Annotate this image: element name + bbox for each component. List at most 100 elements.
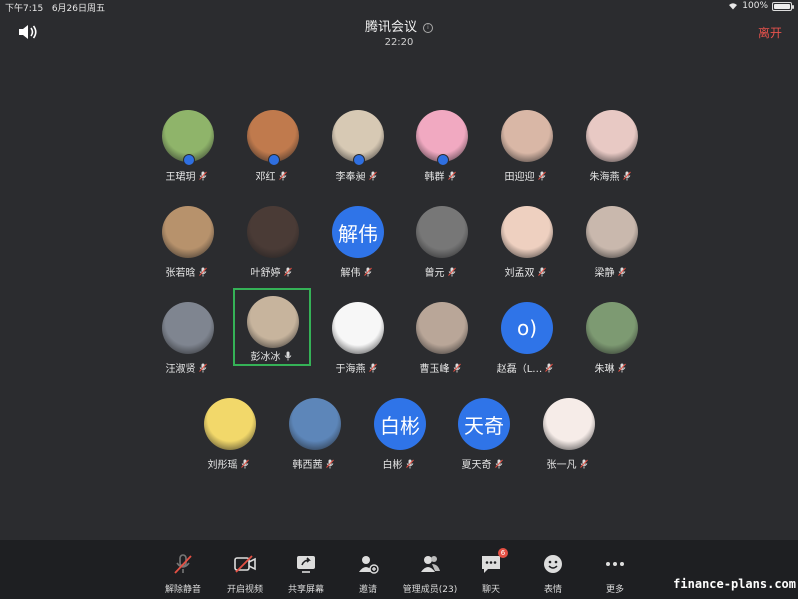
toolbar-button[interactable]: 解除静音	[153, 540, 213, 599]
mic-muted-icon	[405, 459, 414, 469]
avatar-initials: o)	[501, 302, 553, 354]
participant-tile[interactable]: 邓红	[235, 102, 309, 183]
mic-muted-icon	[494, 459, 503, 469]
battery-percent: 100%	[742, 1, 768, 11]
mic-muted-icon	[278, 171, 287, 181]
avatar	[501, 206, 553, 258]
participant-tile[interactable]: 叶舒婷	[235, 198, 309, 279]
avatar	[289, 398, 341, 450]
participant-name: 朱琳	[560, 360, 660, 375]
status-time: 下午7:15 6月26日周五	[5, 4, 105, 14]
participant-tile[interactable]: 梁静	[574, 198, 648, 279]
toolbar-button[interactable]: 邀请	[338, 540, 398, 599]
mic-muted-icon	[579, 459, 588, 469]
avatar-initials: 白彬	[374, 398, 426, 450]
avatar	[501, 110, 553, 162]
avatar	[204, 398, 256, 450]
mic-muted-icon	[368, 171, 377, 181]
mic-muted-icon	[447, 171, 456, 181]
mic-muted-icon	[622, 171, 631, 181]
mic-muted-icon	[171, 552, 195, 576]
avatar	[247, 206, 299, 258]
mic-on-icon	[284, 351, 291, 361]
avatar	[416, 206, 468, 258]
participant-tile[interactable]: 李奉昶	[320, 102, 394, 183]
participant-tile[interactable]: 韩西茜	[277, 390, 351, 471]
participant-name: 张一凡	[517, 456, 617, 471]
mic-muted-icon	[325, 459, 334, 469]
mic-muted-icon	[452, 363, 461, 373]
mic-muted-icon	[240, 459, 249, 469]
participant-name: 梁静	[560, 264, 660, 279]
host-badge-icon	[353, 154, 365, 166]
invite-icon	[356, 552, 380, 576]
avatar	[586, 302, 638, 354]
avatar	[162, 302, 214, 354]
avatar	[543, 398, 595, 450]
unread-badge: 6	[498, 548, 508, 558]
mic-muted-icon	[447, 267, 456, 277]
participant-tile[interactable]: 朱海燕	[574, 102, 648, 183]
mic-muted-icon	[368, 363, 377, 373]
title-block: 腾讯会议 i 22:20	[0, 16, 798, 48]
toolbar-button[interactable]: 6 聊天	[461, 540, 521, 599]
participant-tile[interactable]: o) 赵磊（L…	[489, 294, 563, 375]
participant-tile[interactable]: 于海燕	[320, 294, 394, 375]
mic-muted-icon	[198, 171, 207, 181]
participant-tile[interactable]: 朱琳	[574, 294, 648, 375]
participant-tile[interactable]: 汪淑贤	[150, 294, 224, 375]
avatar	[162, 206, 214, 258]
watermark-text: finance-plans.com	[673, 577, 796, 591]
status-bar: 下午7:15 6月26日周五 100%	[0, 0, 798, 14]
participant-tile[interactable]: 解伟 解伟	[320, 198, 394, 279]
mic-muted-icon	[537, 267, 546, 277]
toolbar-button[interactable]: 表情	[523, 540, 583, 599]
participant-tile[interactable]: 王珺玥	[150, 102, 224, 183]
avatar	[586, 206, 638, 258]
mic-muted-icon	[198, 363, 207, 373]
participant-tile[interactable]: 张一凡	[531, 390, 605, 471]
meeting-title: 腾讯会议	[364, 20, 417, 35]
wifi-icon	[729, 3, 738, 10]
status-right: 100%	[728, 1, 794, 11]
host-badge-icon	[268, 154, 280, 166]
avatar	[332, 302, 384, 354]
host-badge-icon	[437, 154, 449, 166]
toolbar-button[interactable]: 更多	[585, 540, 645, 599]
participant-tile[interactable]: 张若晗	[150, 198, 224, 279]
mic-muted-icon	[283, 267, 292, 277]
more-icon	[603, 552, 627, 576]
share-screen-icon	[294, 552, 318, 576]
toolbar-label: 更多	[605, 585, 624, 595]
mic-muted-icon	[617, 267, 626, 277]
participant-tile[interactable]: 彭冰冰	[233, 288, 311, 366]
avatar	[416, 302, 468, 354]
info-icon[interactable]: i	[423, 23, 433, 33]
video-off-icon	[233, 552, 257, 576]
members-icon	[418, 552, 442, 576]
mic-muted-icon	[198, 267, 207, 277]
participant-tile[interactable]: 天奇 夏天奇	[446, 390, 520, 471]
emoji-icon	[541, 552, 565, 576]
avatar	[247, 296, 299, 348]
toolbar-button[interactable]: 共享屏幕	[276, 540, 336, 599]
participant-grid: 王珺玥 邓红 李奉昶 韩群 田迎迎 朱海燕张若晗 叶舒婷 解伟 解伟 曾元 刘孟双 梁静汪淑贤 彭冰冰于…	[0, 50, 798, 540]
participant-tile[interactable]: 韩群	[404, 102, 478, 183]
participant-name: 朱海燕	[560, 168, 660, 183]
mic-muted-icon	[545, 363, 554, 373]
host-badge-icon	[183, 154, 195, 166]
participant-tile[interactable]: 刘孟双	[489, 198, 563, 279]
mic-muted-icon	[537, 171, 546, 181]
participant-tile[interactable]: 曾元	[404, 198, 478, 279]
participant-tile[interactable]: 刘彤瑶	[192, 390, 266, 471]
meeting-duration: 22:20	[384, 37, 414, 48]
avatar-initials: 解伟	[332, 206, 384, 258]
mic-muted-icon	[363, 267, 372, 277]
participant-tile[interactable]: 曹玉峰	[404, 294, 478, 375]
leave-button[interactable]: 离开	[758, 24, 782, 41]
participant-tile[interactable]: 田迎迎	[489, 102, 563, 183]
avatar	[586, 110, 638, 162]
meeting-header: 腾讯会议 i 22:20 离开	[0, 14, 798, 50]
participant-tile[interactable]: 白彬 白彬	[362, 390, 436, 471]
avatar-initials: 天奇	[458, 398, 510, 450]
